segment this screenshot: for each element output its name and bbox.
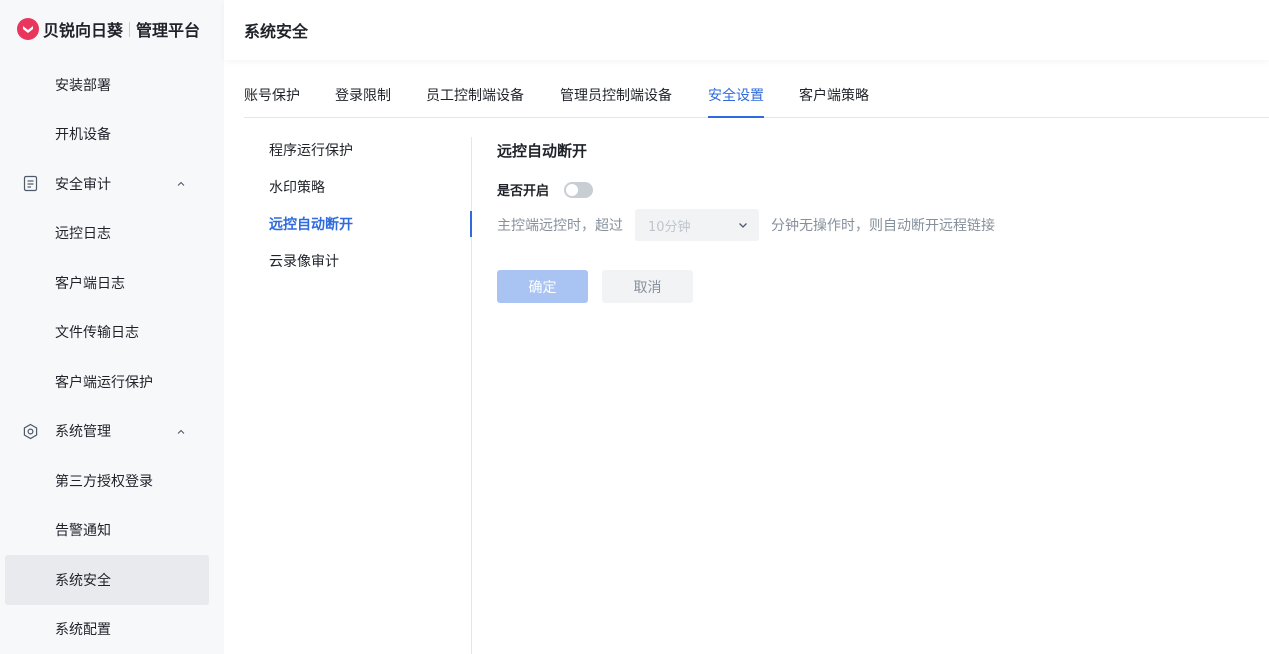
- tab-security-settings[interactable]: 安全设置: [708, 84, 764, 118]
- enable-label: 是否开启: [497, 184, 550, 199]
- sidebar-item-client-run-protection[interactable]: 客户端运行保护: [0, 357, 224, 407]
- sidebar-item-install-deploy[interactable]: 安装部署: [0, 60, 224, 110]
- timeout-prefix-text: 主控端远控时，超过: [497, 218, 623, 234]
- timeout-select-value: 10分钟: [648, 219, 691, 235]
- timeout-select[interactable]: 10分钟: [635, 209, 759, 241]
- chevron-up-icon: [177, 181, 185, 186]
- sidebar-item-label: 系统配置: [55, 622, 111, 639]
- sidebar-item-boot-devices[interactable]: 开机设备: [0, 110, 224, 160]
- sidebar: 贝锐向日葵 管理平台 安装部署 开机设备 安全审计 远控日志 客户端日志 文件传…: [0, 0, 224, 654]
- sunlogin-logo-icon: [17, 18, 39, 40]
- tab-bar: 账号保护 登录限制 员工控制端设备 管理员控制端设备 安全设置 客户端策略: [244, 84, 1269, 118]
- page-header: 系统安全: [224, 0, 1269, 60]
- tab-login-restriction[interactable]: 登录限制: [335, 84, 391, 118]
- brand[interactable]: 贝锐向日葵 管理平台: [17, 17, 200, 41]
- submenu-item-program-protection[interactable]: 程序运行保护: [269, 140, 353, 160]
- timeout-suffix-text: 分钟无操作时，则自动断开远程链接: [771, 218, 995, 234]
- tab-admin-controller-devices[interactable]: 管理员控制端设备: [560, 84, 672, 118]
- sidebar-item-label: 系统安全: [55, 572, 111, 589]
- submenu-item-watermark-policy[interactable]: 水印策略: [269, 177, 325, 197]
- sidebar-item-label: 远控日志: [55, 226, 111, 243]
- gear-icon: [23, 423, 38, 439]
- page-title: 系统安全: [244, 22, 309, 41]
- sidebar-item-label: 安装部署: [55, 77, 111, 94]
- enable-toggle[interactable]: [564, 181, 594, 198]
- timeout-row: 主控端远控时，超过 10分钟 分钟无操作时，则自动断开远程链接: [497, 209, 995, 241]
- sidebar-item-label: 客户端日志: [55, 275, 125, 292]
- sidebar-item-remote-log[interactable]: 远控日志: [0, 209, 224, 259]
- confirm-button[interactable]: 确定: [497, 270, 588, 303]
- submenu-item-cloud-recording-audit[interactable]: 云录像审计: [269, 251, 339, 271]
- tab-account-protection[interactable]: 账号保护: [244, 84, 300, 118]
- sidebar-item-system-security[interactable]: 系统安全: [0, 555, 224, 605]
- sidebar-item-system-config[interactable]: 系统配置: [0, 605, 224, 654]
- tab-employee-controller-devices[interactable]: 员工控制端设备: [426, 84, 524, 118]
- submenu-active-indicator: [470, 211, 472, 237]
- sidebar-item-label: 客户端运行保护: [55, 374, 153, 391]
- sidebar-item-label: 文件传输日志: [55, 325, 139, 342]
- sidebar-item-client-log[interactable]: 客户端日志: [0, 258, 224, 308]
- sidebar-item-file-transfer-log[interactable]: 文件传输日志: [0, 308, 224, 358]
- submenu-item-auto-disconnect[interactable]: 远控自动断开: [269, 214, 353, 234]
- chevron-up-icon: [177, 429, 185, 434]
- brand-divider: [129, 21, 131, 37]
- document-icon: [23, 175, 38, 192]
- sidebar-item-label: 告警通知: [55, 523, 111, 540]
- sidebar-group-security-audit[interactable]: 安全审计: [0, 159, 224, 209]
- sidebar-item-label: 安全审计: [55, 176, 111, 193]
- action-buttons: 确定 取消: [497, 270, 693, 303]
- section-title: 远控自动断开: [497, 142, 588, 160]
- chevron-down-icon: [739, 223, 747, 228]
- sidebar-item-alert-notification[interactable]: 告警通知: [0, 506, 224, 556]
- cancel-button[interactable]: 取消: [602, 270, 693, 303]
- sidebar-item-label: 开机设备: [55, 127, 111, 144]
- settings-submenu: 程序运行保护 水印策略 远控自动断开 云录像审计: [244, 137, 472, 654]
- tab-client-policy[interactable]: 客户端策略: [799, 84, 869, 118]
- sidebar-item-label: 第三方授权登录: [55, 473, 153, 490]
- app: 贝锐向日葵 管理平台 安装部署 开机设备 安全审计 远控日志 客户端日志 文件传…: [0, 0, 1269, 654]
- sidebar-item-third-party-login[interactable]: 第三方授权登录: [0, 456, 224, 506]
- enable-row: 是否开启: [497, 180, 594, 199]
- brand-name: 贝锐向日葵: [43, 21, 124, 40]
- sidebar-item-label: 系统管理: [55, 424, 111, 441]
- sidebar-group-system-management[interactable]: 系统管理: [0, 407, 224, 457]
- sidebar-nav: 安装部署 开机设备 安全审计 远控日志 客户端日志 文件传输日志 客户端运行保护…: [0, 60, 224, 654]
- brand-subtitle: 管理平台: [136, 21, 201, 40]
